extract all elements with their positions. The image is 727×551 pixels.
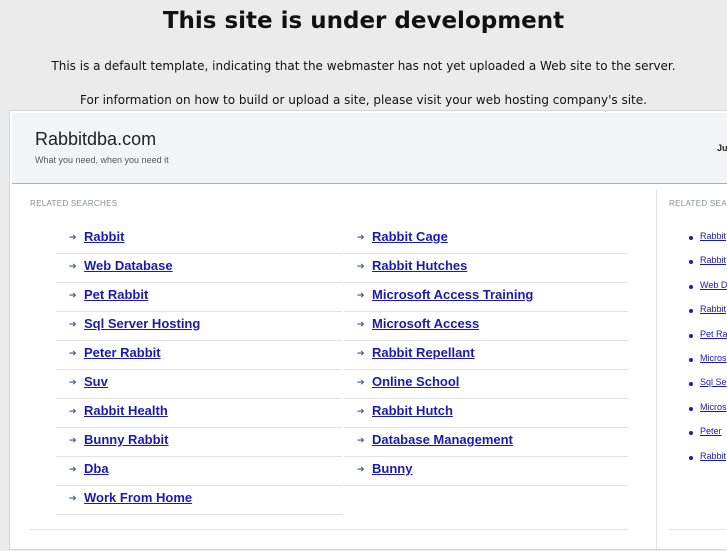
related-searches-left-column: ➔ Rabbit ➔ Web Database ➔ Pet Rabbit ➔ Sql Serv… — [56, 226, 342, 516]
right-arrow-icon: ➔ — [69, 320, 77, 330]
parked-page-frame: Rabbitdba.com What you need, when you ne… — [9, 110, 727, 551]
right-arrow-icon: ➔ — [69, 262, 77, 272]
related-search-link[interactable]: Rabbit Hutch — [372, 403, 453, 418]
related-search-link[interactable]: Web Database — [84, 258, 173, 273]
related-search-row[interactable]: ➔ Sql Server Hosting — [56, 313, 342, 341]
site-tagline: What you need, when you need it — [35, 155, 169, 165]
right-arrow-icon: ➔ — [69, 233, 77, 243]
related-search-row[interactable]: ➔ Pet Rabbit — [56, 284, 342, 312]
related-search-link[interactable]: Rabbit Hutches — [372, 258, 467, 273]
sidebar-link[interactable]: Rabbit — [700, 255, 726, 265]
related-search-row[interactable]: ➔ Microsoft Access — [344, 313, 628, 341]
related-search-link[interactable]: Bunny — [372, 461, 412, 476]
related-search-row[interactable]: ➔ Database Management — [344, 429, 628, 457]
related-search-row[interactable]: ➔ Online School — [344, 371, 628, 399]
right-arrow-icon: ➔ — [69, 378, 77, 388]
right-arrow-icon: ➔ — [69, 465, 77, 475]
related-search-link[interactable]: Suv — [84, 374, 108, 389]
sidebar-link[interactable]: Peter — [700, 426, 722, 436]
sidebar-link[interactable]: Web D — [700, 280, 727, 290]
related-search-link[interactable]: Peter Rabbit — [84, 345, 161, 360]
related-search-row[interactable]: ➔ Rabbit Hutch — [344, 400, 628, 428]
related-search-link[interactable]: Rabbit — [84, 229, 124, 244]
related-searches-right-column: ➔ Rabbit Cage ➔ Rabbit Hutches ➔ Microsoft Ac… — [344, 226, 628, 487]
right-arrow-icon: ➔ — [69, 494, 77, 504]
bullet-icon — [689, 309, 693, 314]
bullet-icon — [689, 333, 693, 338]
related-search-link[interactable]: Bunny Rabbit — [84, 432, 169, 447]
page-title: This site is under development — [162, 8, 565, 34]
right-arrow-icon: ➔ — [69, 349, 77, 359]
sidebar-link[interactable]: Micros — [700, 353, 727, 363]
bullet-icon — [689, 260, 693, 265]
right-arrow-icon: ➔ — [69, 407, 77, 417]
related-search-row[interactable]: ➔ Rabbit Cage — [344, 226, 628, 254]
right-arrow-icon: ➔ — [357, 349, 365, 359]
bullet-icon — [689, 455, 693, 460]
related-search-link[interactable]: Online School — [372, 374, 459, 389]
site-header: Rabbitdba.com What you need, when you ne… — [12, 113, 727, 184]
info-line-2: For information on how to build or uploa… — [80, 93, 647, 107]
related-search-row[interactable]: ➔ Work From Home — [56, 487, 342, 515]
bullet-icon — [689, 357, 693, 362]
related-search-link[interactable]: Pet Rabbit — [84, 287, 148, 302]
related-search-row[interactable]: ➔ Dba — [56, 458, 342, 486]
right-arrow-icon: ➔ — [357, 262, 365, 272]
sidebar-link[interactable]: Rabbit — [700, 304, 726, 314]
related-searches-title: RELATED SEARCHES — [30, 199, 118, 208]
bullet-icon — [689, 431, 693, 436]
sidebar-divider — [656, 189, 657, 551]
right-arrow-icon: ➔ — [357, 465, 365, 475]
related-search-row[interactable]: ➔ Microsoft Access Training — [344, 284, 628, 312]
sidebar-link[interactable]: Micros — [700, 402, 727, 412]
related-search-link[interactable]: Microsoft Access Training — [372, 287, 533, 302]
related-search-row[interactable]: ➔ Peter Rabbit — [56, 342, 342, 370]
header-right-text: Ju — [717, 143, 727, 153]
related-search-link[interactable]: Microsoft Access — [372, 316, 479, 331]
related-search-row[interactable]: ➔ Bunny — [344, 458, 628, 486]
info-line-1: This is a default template, indicating t… — [51, 59, 676, 73]
related-search-row[interactable]: ➔ Rabbit Health — [56, 400, 342, 428]
sidebar-bottom-divider — [669, 529, 727, 530]
right-arrow-icon: ➔ — [69, 436, 77, 446]
related-search-row[interactable]: ➔ Bunny Rabbit — [56, 429, 342, 457]
bullet-icon — [689, 382, 693, 387]
right-arrow-icon: ➔ — [357, 436, 365, 446]
related-search-row[interactable]: ➔ Rabbit Hutches — [344, 255, 628, 283]
bullet-icon — [689, 284, 693, 289]
main-bottom-divider — [30, 529, 628, 530]
related-search-link[interactable]: Sql Server Hosting — [84, 316, 200, 331]
right-arrow-icon: ➔ — [357, 407, 365, 417]
related-search-link[interactable]: Work From Home — [84, 490, 192, 505]
related-search-link[interactable]: Rabbit Cage — [372, 229, 448, 244]
bullet-icon — [689, 236, 693, 240]
related-search-row[interactable]: ➔ Rabbit — [56, 226, 342, 254]
related-search-link[interactable]: Rabbit Health — [84, 403, 168, 418]
sidebar-link[interactable]: Pet Ra — [700, 329, 727, 339]
sidebar-link[interactable]: Rabbit — [700, 451, 726, 461]
right-arrow-icon: ➔ — [357, 291, 365, 301]
right-arrow-icon: ➔ — [357, 378, 365, 388]
related-search-link[interactable]: Dba — [84, 461, 109, 476]
sidebar-link[interactable]: Sql Se — [700, 377, 727, 387]
right-arrow-icon: ➔ — [69, 291, 77, 301]
related-search-link[interactable]: Database Management — [372, 432, 513, 447]
site-name[interactable]: Rabbitdba.com — [35, 129, 156, 150]
right-arrow-icon: ➔ — [357, 233, 365, 243]
related-search-link[interactable]: Rabbit Repellant — [372, 345, 475, 360]
right-arrow-icon: ➔ — [357, 320, 365, 330]
related-search-row[interactable]: ➔ Suv — [56, 371, 342, 399]
bullet-icon — [689, 406, 693, 411]
sidebar-link[interactable]: Rabbit — [700, 231, 726, 241]
related-search-row[interactable]: ➔ Web Database — [56, 255, 342, 283]
sidebar-related-searches-title: RELATED SEA — [669, 199, 727, 208]
related-search-row[interactable]: ➔ Rabbit Repellant — [344, 342, 628, 370]
